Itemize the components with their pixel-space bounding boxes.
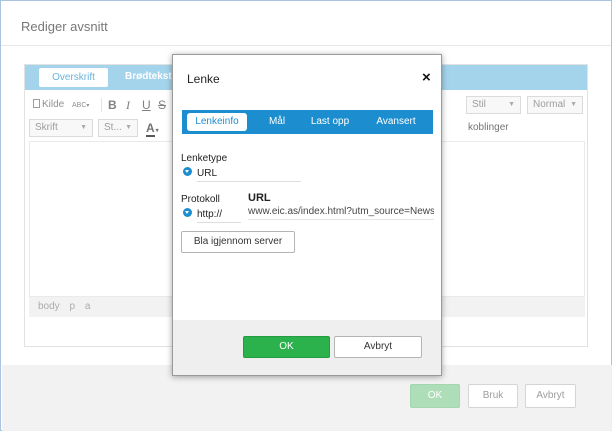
protocol-label: Protokoll (181, 194, 220, 205)
dropdown-badge-icon (183, 167, 192, 176)
url-label: URL (248, 192, 271, 204)
tab-lenkeinfo[interactable]: Lenkeinfo (187, 113, 247, 131)
close-icon[interactable]: × (422, 70, 431, 85)
tab-maal[interactable]: Mål (260, 110, 294, 134)
protocol-select[interactable]: http:// (197, 209, 241, 223)
tab-last-opp[interactable]: Last opp (302, 110, 358, 134)
tab-avansert[interactable]: Avansert (366, 110, 426, 134)
dialog-tab-bar: Lenkeinfo Mål Last opp Avansert (182, 110, 433, 134)
dialog-cancel-button[interactable]: Avbryt (334, 336, 422, 358)
dropdown-badge-icon (183, 208, 192, 217)
link-type-label: Lenketype (181, 153, 228, 164)
link-type-select[interactable]: URL (197, 168, 301, 182)
window-title: Rediger avsnitt (21, 19, 108, 34)
dialog-title: Lenke (187, 72, 220, 86)
url-input[interactable]: www.eic.as/index.html?utm_source=Newslet… (248, 206, 434, 220)
browse-server-button[interactable]: Bla igjennom server (181, 231, 295, 253)
link-dialog: Lenke × Lenkeinfo Mål Last opp Avansert … (172, 54, 442, 376)
dialog-ok-button[interactable]: OK (243, 336, 330, 358)
